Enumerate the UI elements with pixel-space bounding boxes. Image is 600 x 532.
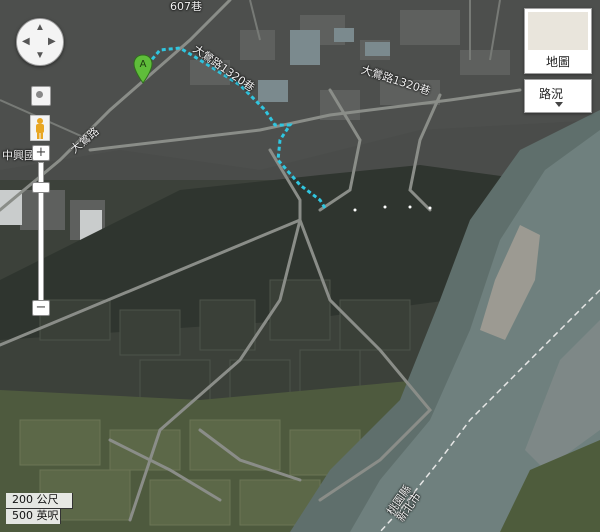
traffic-label: 路況 <box>539 87 564 101</box>
zoom-slider-handle[interactable] <box>32 182 50 193</box>
map-view[interactable]: 607巷 大鶯路1320巷 大鶯路1320巷 大鶯路 中興國 桃園縣 新北市 A… <box>0 0 600 532</box>
marker-label: A <box>140 59 147 70</box>
pegman-icon[interactable] <box>30 115 50 141</box>
pan-left-icon[interactable]: ◀ <box>22 37 30 47</box>
location-marker-icon[interactable]: A <box>133 54 153 84</box>
map-type-label: 地圖 <box>545 55 570 69</box>
map-type-button[interactable]: 地圖 <box>524 8 592 74</box>
zoom-out-button[interactable]: − <box>32 300 50 316</box>
reset-dot-icon <box>36 91 43 98</box>
scale-imperial: 500 英呎 <box>6 509 61 524</box>
scale-bar: 200 公尺 500 英呎 <box>6 493 73 524</box>
satellite-imagery <box>0 0 600 532</box>
zoom-in-button[interactable]: + <box>32 145 50 161</box>
map-thumbnail <box>528 12 588 50</box>
pan-right-icon[interactable]: ▶ <box>48 37 56 47</box>
chevron-down-icon <box>555 102 563 107</box>
scale-metric: 200 公尺 <box>6 493 73 509</box>
school-label: 中興國 <box>2 149 35 162</box>
pan-down-icon[interactable]: ▼ <box>35 51 45 61</box>
traffic-button[interactable]: 路況 <box>524 79 592 113</box>
pan-control[interactable]: ▲ ▼ ◀ ▶ <box>16 18 64 66</box>
road-label-607: 607巷 <box>170 0 202 13</box>
pan-up-icon[interactable]: ▲ <box>35 23 45 33</box>
